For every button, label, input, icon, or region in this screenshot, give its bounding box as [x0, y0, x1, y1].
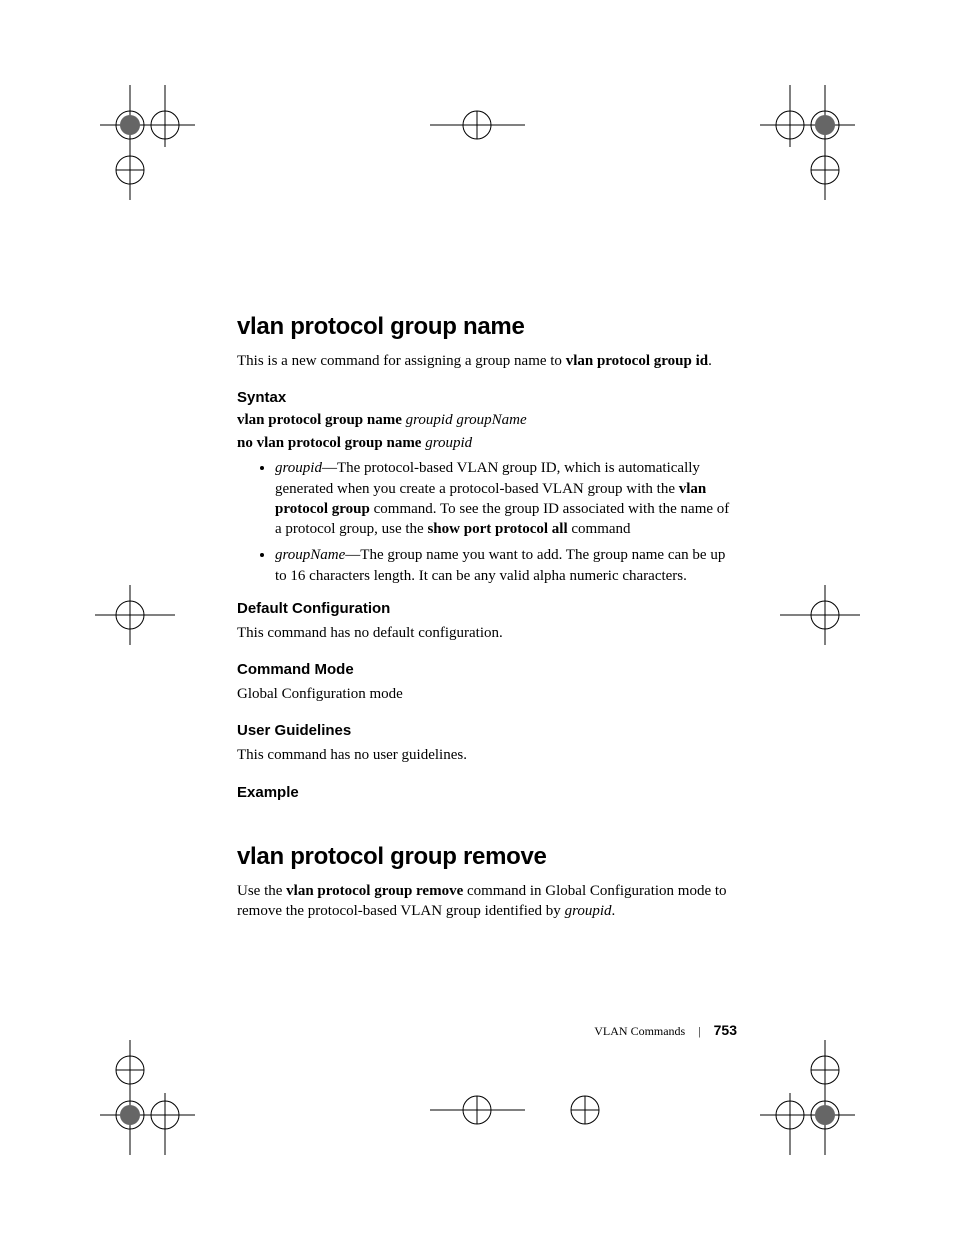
syntax-line-2: no vlan protocol group name groupid [237, 435, 737, 452]
content-block: vlan protocol group name This is a new c… [237, 313, 737, 939]
param-text-c: command [568, 521, 631, 537]
param-term: groupid [275, 460, 322, 476]
intro-post: . [708, 353, 712, 369]
intro-pre: This is a new command for assigning a gr… [237, 353, 566, 369]
example-heading: Example [237, 784, 737, 801]
s2-intro-post: . [612, 903, 616, 919]
section2-title: vlan protocol group remove [237, 843, 737, 871]
list-item: groupid—The protocol-based VLAN group ID… [275, 458, 737, 539]
footer-chapter: VLAN Commands [594, 1024, 685, 1038]
s2-intro-pre: Use the [237, 883, 286, 899]
param-term: groupName [275, 547, 345, 563]
command-mode-body: Global Configuration mode [237, 684, 737, 704]
page-footer: VLAN Commands | 753 [0, 1022, 737, 1039]
reg-mark-bottom-extra-icon [560, 1085, 610, 1135]
reg-mark-right-icon [780, 585, 860, 645]
default-config-heading: Default Configuration [237, 600, 737, 617]
reg-mark-top-left-icon [100, 85, 195, 200]
footer-separator-icon: | [698, 1024, 700, 1038]
s2-intro-ital: groupid [565, 903, 612, 919]
list-item: groupName—The group name you want to add… [275, 545, 737, 586]
intro-bold: vlan protocol group id [566, 353, 708, 369]
reg-mark-left-icon [95, 585, 175, 645]
page: vlan protocol group name This is a new c… [0, 0, 954, 1235]
reg-mark-bottom-center-icon [430, 1085, 525, 1135]
section1-title: vlan protocol group name [237, 313, 737, 341]
s2-intro-bold: vlan protocol group remove [286, 883, 463, 899]
reg-mark-bottom-left-icon [100, 1040, 195, 1155]
section1-intro: This is a new command for assigning a gr… [237, 351, 737, 371]
reg-mark-top-right-icon [760, 85, 855, 200]
default-config-body: This command has no default configuratio… [237, 623, 737, 643]
param-bold-b: show port protocol all [427, 521, 567, 537]
user-guidelines-heading: User Guidelines [237, 722, 737, 739]
user-guidelines-body: This command has no user guidelines. [237, 745, 737, 765]
footer-page-number: 753 [714, 1022, 737, 1038]
syntax-line-1: vlan protocol group name groupid groupNa… [237, 412, 737, 429]
params-list: groupid—The protocol-based VLAN group ID… [237, 458, 737, 586]
param-text-a: —The protocol-based VLAN group ID, which… [275, 460, 700, 496]
syntax2-ital: groupid [425, 435, 472, 451]
command-mode-heading: Command Mode [237, 661, 737, 678]
syntax-heading: Syntax [237, 389, 737, 406]
syntax1-ital: groupid groupName [406, 412, 527, 428]
syntax2-bold: no vlan protocol group name [237, 435, 421, 451]
reg-mark-top-center-icon [430, 100, 525, 150]
syntax1-bold: vlan protocol group name [237, 412, 402, 428]
section2-intro: Use the vlan protocol group remove comma… [237, 881, 737, 922]
reg-mark-bottom-right-icon [760, 1040, 855, 1155]
